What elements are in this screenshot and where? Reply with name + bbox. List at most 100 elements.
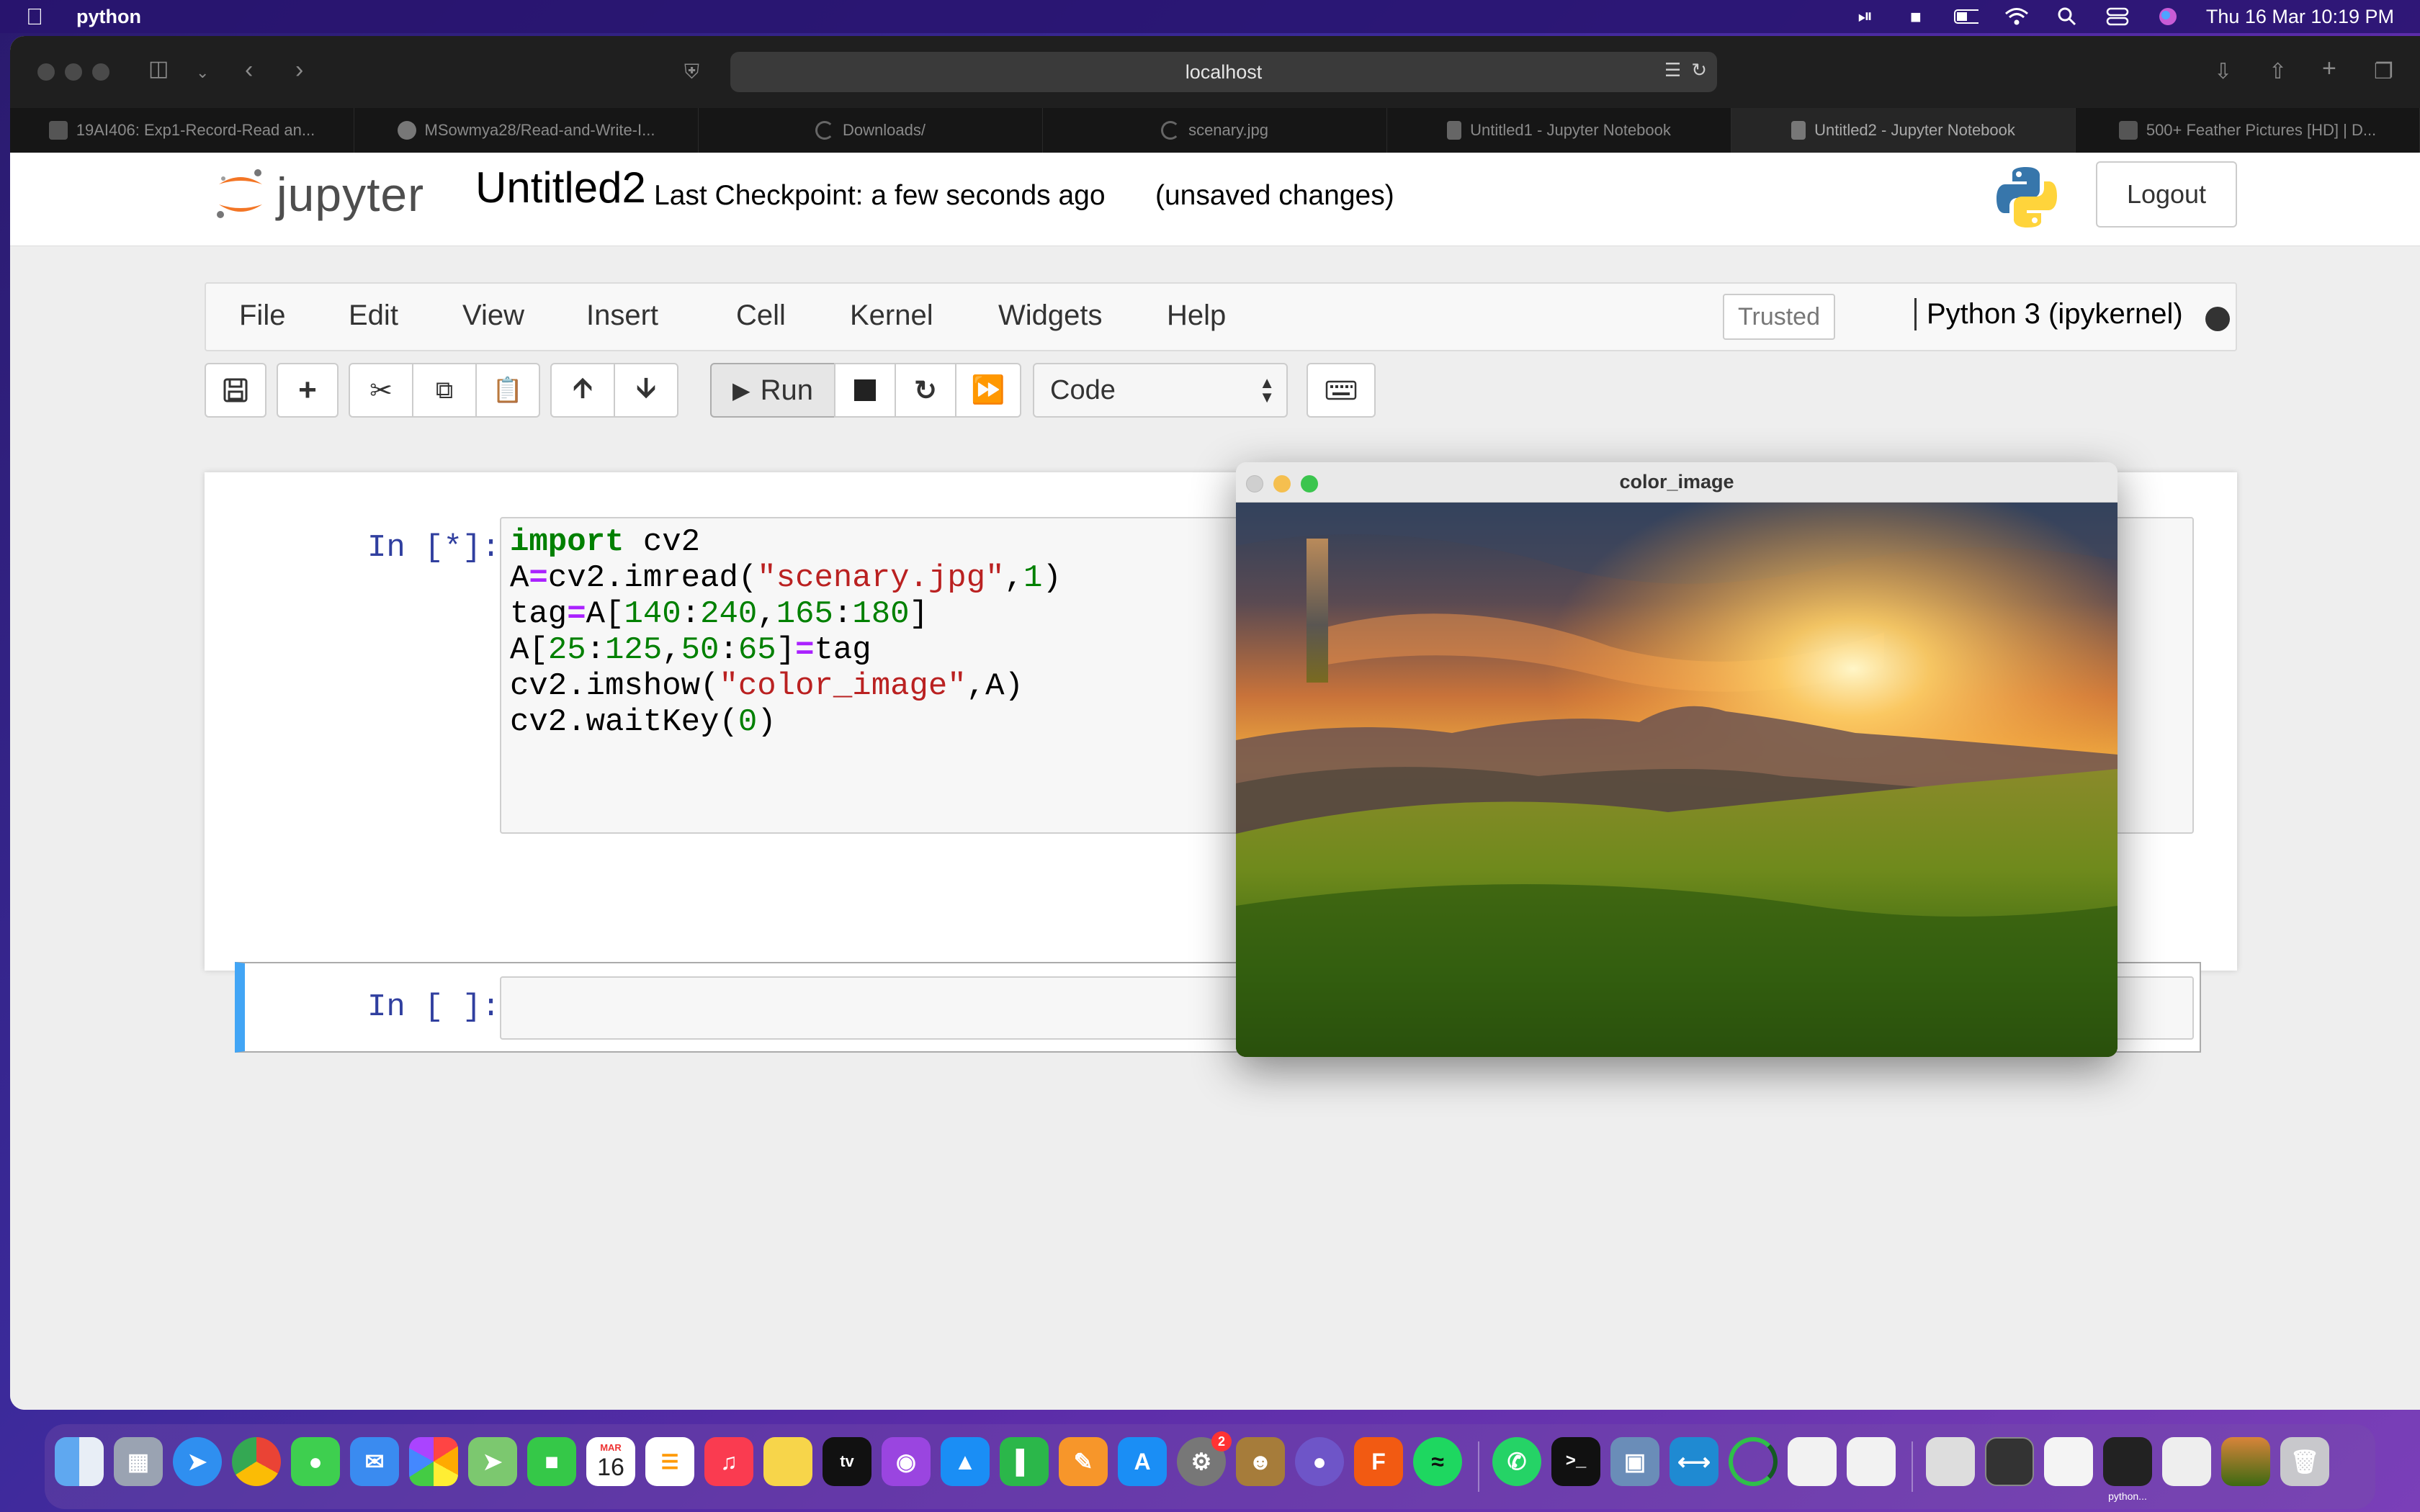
opencv-image-window[interactable]: color_image <box>1236 462 2118 1057</box>
translate-icon[interactable]: ☰ <box>1664 59 1681 81</box>
spotify-icon[interactable]: ≈ <box>1413 1437 1462 1486</box>
control-center-icon[interactable] <box>2105 6 2130 27</box>
minimize-window-button[interactable] <box>65 63 82 81</box>
minimized-python-window-icon[interactable]: python... <box>2103 1437 2152 1502</box>
vscode-icon[interactable]: ⟷ <box>1670 1437 1718 1486</box>
podcasts-icon[interactable]: ◉ <box>882 1437 931 1486</box>
apple-menu-icon[interactable]:  <box>26 4 48 29</box>
zoom-window-button[interactable] <box>92 63 109 81</box>
reminders-icon[interactable]: ☰ <box>645 1437 694 1486</box>
minimized-window-icon[interactable] <box>1985 1437 2034 1486</box>
chrome-icon[interactable] <box>232 1437 281 1486</box>
music-icon[interactable]: ♫ <box>704 1437 753 1486</box>
wifi-icon[interactable] <box>2004 6 2029 27</box>
browser-tab-active[interactable]: Untitled2 - Jupyter Notebook <box>1731 108 2076 153</box>
facetime-icon[interactable]: ■ <box>527 1437 576 1486</box>
system-settings-icon[interactable]: ⚙ 2 <box>1177 1431 1232 1486</box>
app-store-icon[interactable]: A <box>1118 1437 1167 1486</box>
minimized-window-icon[interactable] <box>2044 1437 2093 1486</box>
terminal-icon[interactable]: >_ <box>1551 1437 1600 1486</box>
menu-insert[interactable]: Insert <box>586 300 658 332</box>
sidebar-toggle-icon[interactable]: ◫ <box>148 56 169 81</box>
back-icon[interactable]: ‹ <box>245 56 253 84</box>
cut-button[interactable]: ✂ <box>349 363 413 418</box>
paste-button[interactable]: 📋 <box>475 363 540 418</box>
move-down-button[interactable]: 🡫 <box>614 363 678 418</box>
insert-cell-button[interactable]: + <box>277 363 339 418</box>
chevron-down-icon[interactable]: ⌄ <box>196 63 209 82</box>
menu-kernel[interactable]: Kernel <box>850 300 933 332</box>
activity-ring-icon[interactable] <box>1729 1437 1778 1486</box>
messages-icon[interactable]: ● <box>291 1437 340 1486</box>
save-button[interactable] <box>205 363 266 418</box>
contacts-icon[interactable]: ☻ <box>1236 1437 1285 1486</box>
active-app-name[interactable]: python <box>76 6 141 28</box>
kernel-name[interactable]: Python 3 (ipykernel) <box>1914 298 2183 330</box>
browser-tab[interactable]: MSowmya28/Read-and-Write-I... <box>354 108 699 153</box>
downloads-stack-icon[interactable] <box>1926 1437 1975 1486</box>
logout-button[interactable]: Logout <box>2096 161 2237 228</box>
preview-icon[interactable]: ▣ <box>1610 1437 1659 1486</box>
safari-icon[interactable]: ➤ <box>173 1437 222 1486</box>
notes-icon[interactable] <box>763 1437 812 1486</box>
command-palette-button[interactable] <box>1307 363 1376 418</box>
keynote-icon[interactable]: ▲ <box>941 1437 990 1486</box>
menu-file[interactable]: File <box>239 300 285 332</box>
run-button[interactable]: ▶ Run <box>710 363 835 418</box>
new-tab-icon[interactable]: + <box>2322 55 2336 83</box>
photos-icon[interactable] <box>409 1437 458 1486</box>
fast-forward-icon: ⏩ <box>971 375 1005 405</box>
minimized-window-icon[interactable] <box>2162 1437 2211 1486</box>
trusted-indicator[interactable]: Trusted <box>1723 294 1835 340</box>
cell-type-select[interactable]: Code ▲ ▼ <box>1033 363 1288 418</box>
finder-icon[interactable] <box>55 1437 104 1486</box>
document-icon[interactable] <box>1788 1437 1837 1486</box>
restart-run-all-button[interactable]: ⏩ <box>955 363 1021 418</box>
clipboard-icon: 📋 <box>492 377 524 404</box>
menu-widgets[interactable]: Widgets <box>998 300 1103 332</box>
browser-tab[interactable]: 19AI406: Exp1-Record-Read an... <box>10 108 354 153</box>
opencv-titlebar[interactable]: color_image <box>1236 462 2118 503</box>
share-icon[interactable]: ⇧ <box>2269 59 2287 84</box>
document-icon[interactable] <box>1847 1437 1896 1486</box>
whatsapp-icon[interactable]: ✆ <box>1492 1437 1541 1486</box>
github-desktop-icon[interactable]: ● <box>1295 1437 1344 1486</box>
siri-icon[interactable] <box>2156 6 2180 27</box>
reload-icon[interactable]: ↻ <box>1691 59 1707 81</box>
menu-edit[interactable]: Edit <box>349 300 398 332</box>
downloads-icon[interactable]: ⇩ <box>2214 59 2232 84</box>
fusion360-icon[interactable]: F <box>1354 1437 1403 1486</box>
browser-tab[interactable]: Untitled1 - Jupyter Notebook <box>1387 108 1731 153</box>
notebook-name[interactable]: Untitled2 <box>475 163 646 212</box>
minimized-image-window-icon[interactable] <box>2221 1437 2270 1486</box>
calendar-icon[interactable]: MAR 16 <box>586 1437 635 1486</box>
restart-button[interactable]: ↻ <box>895 363 956 418</box>
spotlight-icon[interactable] <box>2055 6 2079 27</box>
screen-record-icon[interactable]: ⏯ <box>1853 5 1878 27</box>
apple-tv-icon[interactable]: tv <box>823 1437 871 1486</box>
maps-icon[interactable]: ➤ <box>468 1437 517 1486</box>
jupyter-logo[interactable]: jupyter <box>213 166 424 223</box>
copy-button[interactable]: ⧉ <box>412 363 477 418</box>
forward-icon[interactable]: › <box>295 56 303 84</box>
launchpad-icon[interactable]: ▦ <box>114 1437 163 1486</box>
address-bar[interactable]: localhost ☰ ↻ <box>730 52 1717 92</box>
numbers-icon[interactable]: ▌ <box>1000 1437 1049 1486</box>
menubar-clock[interactable]: Thu 16 Mar 10:19 PM <box>2206 6 2394 28</box>
trash-icon[interactable]: 🗑 <box>2280 1437 2329 1486</box>
menu-cell[interactable]: Cell <box>736 300 786 332</box>
interrupt-button[interactable] <box>834 363 896 418</box>
privacy-shield-icon[interactable]: ⛨ <box>684 60 699 84</box>
car-icon[interactable]: ■ <box>1904 6 1928 27</box>
browser-tab[interactable]: 500+ Feather Pictures [HD] | D... <box>2076 108 2420 153</box>
menu-view[interactable]: View <box>462 300 524 332</box>
tab-overview-icon[interactable]: ❐ <box>2374 59 2393 84</box>
menu-help[interactable]: Help <box>1167 300 1226 332</box>
move-up-button[interactable]: 🡩 <box>550 363 615 418</box>
close-window-button[interactable] <box>37 63 55 81</box>
battery-icon[interactable] <box>1953 6 1978 27</box>
mail-icon[interactable]: ✉ <box>350 1437 399 1486</box>
browser-tab[interactable]: Downloads/ <box>699 108 1043 153</box>
pages-icon[interactable]: ✎ <box>1059 1437 1108 1486</box>
browser-tab[interactable]: scenary.jpg <box>1043 108 1387 153</box>
